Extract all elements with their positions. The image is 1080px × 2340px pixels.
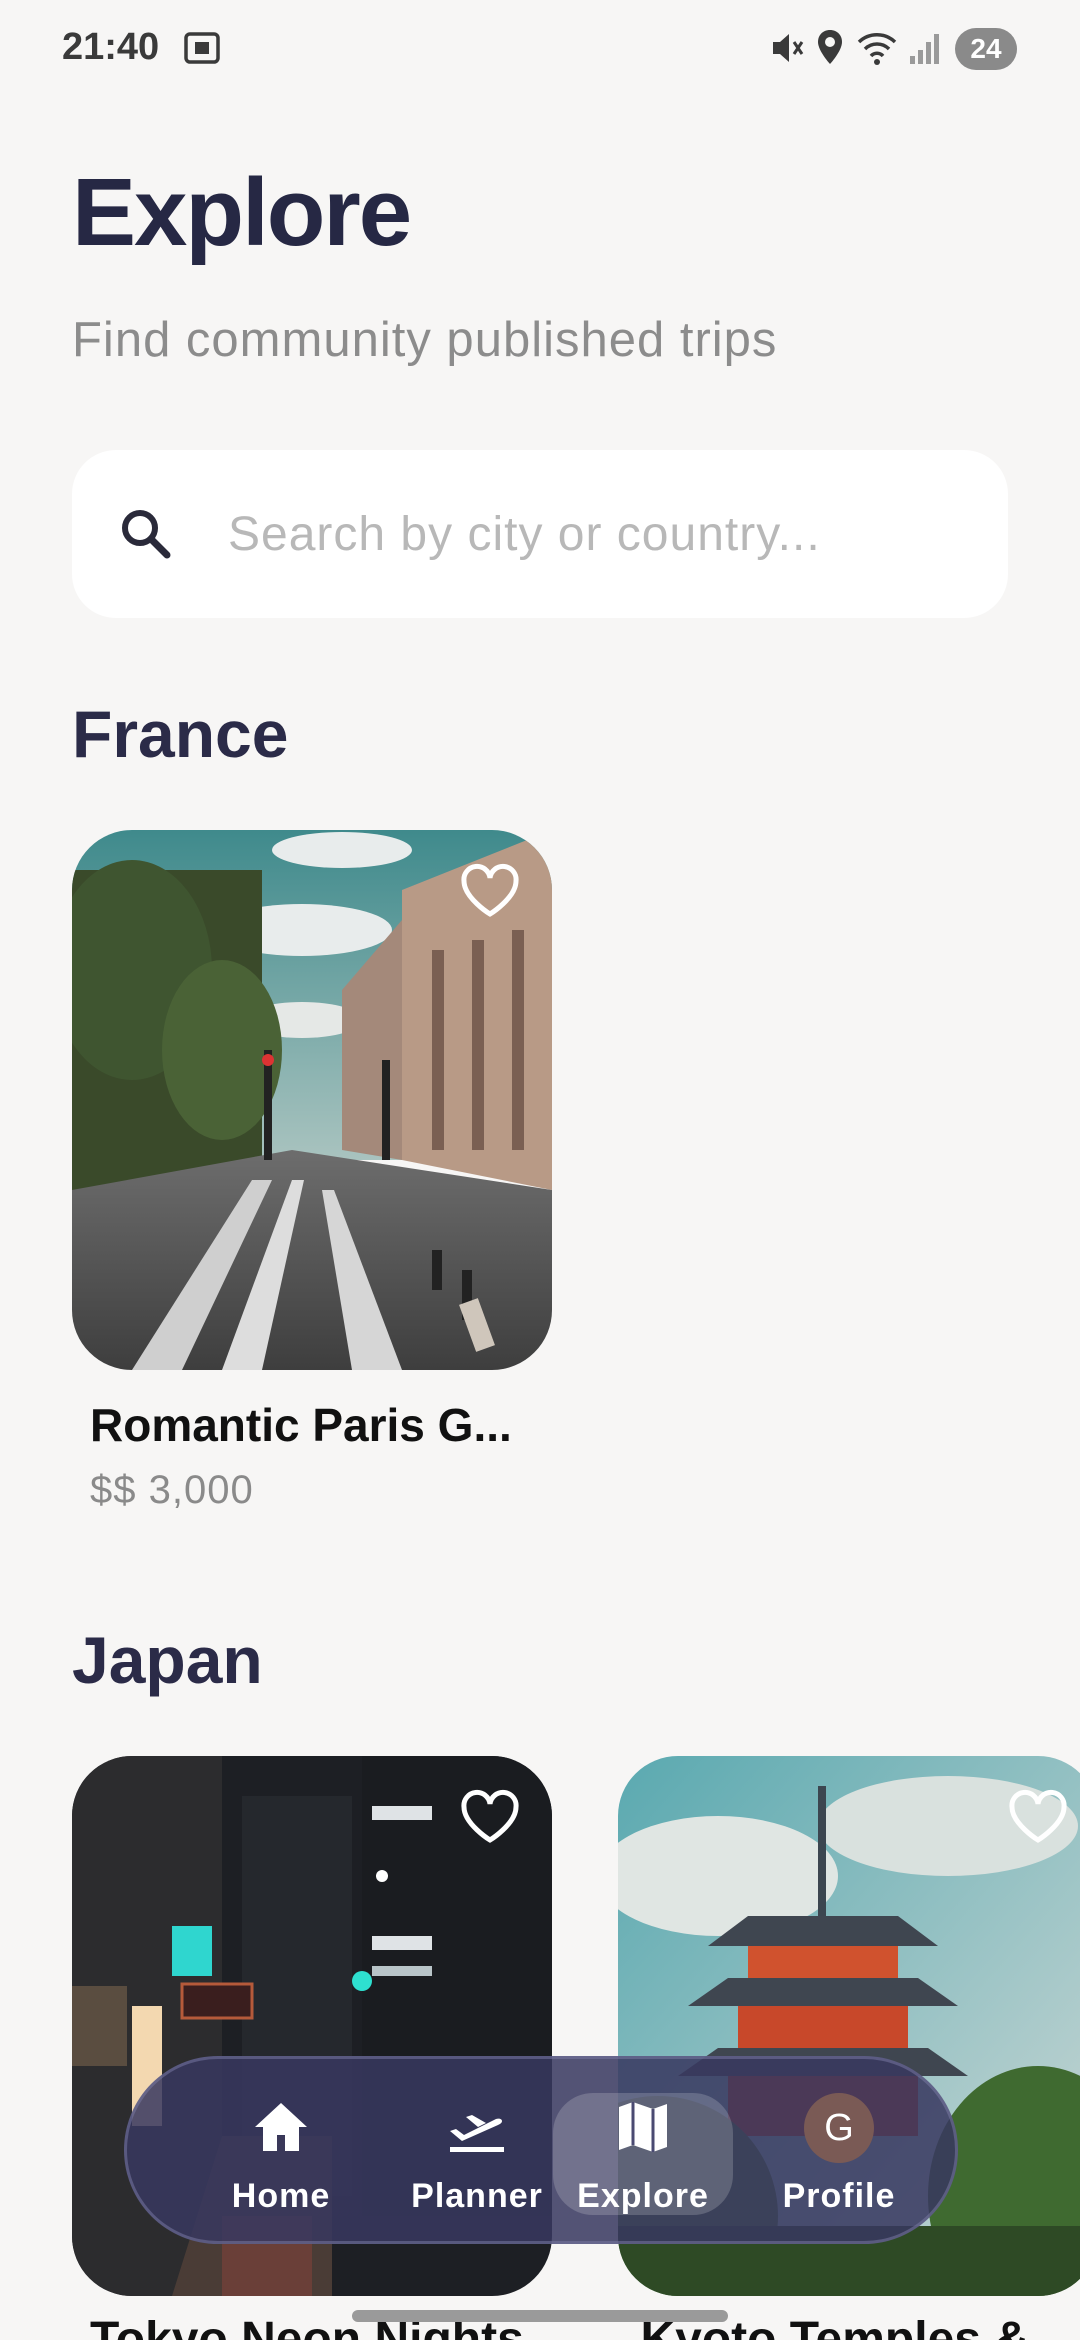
nav-item-planner[interactable]: Planner [387, 2059, 567, 2247]
nav-label-home: Home [231, 2177, 331, 2215]
nav-label-profile: Profile [782, 2177, 896, 2215]
signal-icon [908, 28, 942, 73]
trip-name[interactable]: Romantic Paris G... [90, 1398, 512, 1452]
status-time: 21:40 [62, 26, 160, 68]
nav-item-profile[interactable]: G Profile [749, 2059, 929, 2247]
section-title-france: France [72, 697, 289, 771]
search-box[interactable] [72, 450, 1008, 618]
mute-icon [770, 28, 804, 73]
wifi-icon [857, 28, 897, 73]
favorite-heart-icon[interactable] [458, 860, 522, 924]
trip-card-paris[interactable] [72, 830, 552, 1370]
status-bar: 21:40 24 [0, 0, 1080, 100]
plane-departure-icon [444, 2097, 510, 2162]
search-icon [116, 504, 176, 569]
battery-indicator: 24 [955, 28, 1017, 70]
avatar: G [804, 2093, 874, 2163]
page-title: Explore [72, 159, 412, 266]
nav-label-explore: Explore [577, 2177, 709, 2215]
map-icon [613, 2097, 673, 2162]
location-icon [815, 28, 845, 73]
home-icon [251, 2097, 311, 2162]
nav-item-explore[interactable]: Explore [553, 2059, 733, 2247]
home-indicator[interactable] [352, 2310, 728, 2322]
nav-item-home[interactable]: Home [191, 2059, 371, 2247]
page-subtitle: Find community published trips [72, 313, 778, 367]
search-input[interactable] [228, 494, 968, 574]
trip-price: $$ 3,000 [90, 1468, 254, 1512]
favorite-heart-icon[interactable] [1006, 1786, 1070, 1850]
favorite-heart-icon[interactable] [458, 1786, 522, 1850]
section-title-japan: Japan [72, 1623, 263, 1697]
nav-label-planner: Planner [411, 2177, 543, 2215]
bottom-nav: Home Planner Explore G Profile [124, 2056, 958, 2244]
screenshot-icon [182, 28, 222, 73]
